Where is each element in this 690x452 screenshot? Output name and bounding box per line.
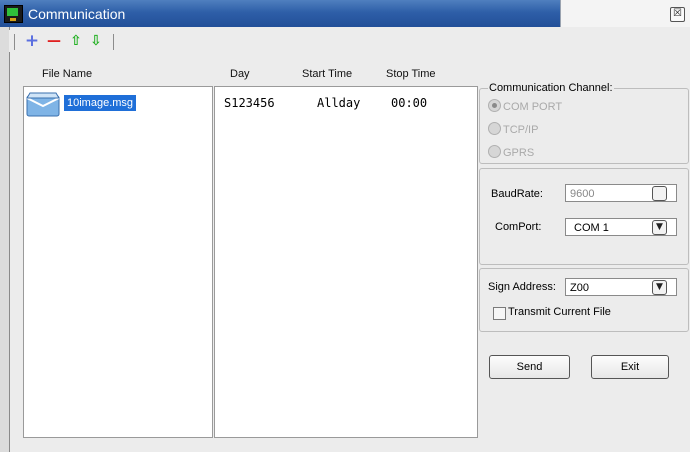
transmit-current-file-checkbox[interactable]	[493, 307, 506, 320]
move-up-button[interactable]: ⇧	[67, 32, 85, 50]
send-button[interactable]: Send	[489, 355, 570, 379]
baudrate-label: BaudRate:	[491, 188, 543, 200]
serial-settings-group: BaudRate: 9600 ComPort: COM 1 ▼	[479, 168, 689, 265]
radio-com-port-label: COM PORT	[503, 101, 563, 113]
exit-button[interactable]: Exit	[591, 355, 669, 379]
communication-channel-legend: Communication Channel:	[488, 82, 614, 94]
radio-selected-icon	[488, 99, 501, 112]
app-icon	[4, 5, 23, 23]
radio-com-port[interactable]: COM PORT	[488, 99, 562, 113]
send-button-label: Send	[516, 361, 543, 373]
arrow-up-icon: ⇧	[70, 33, 82, 49]
plus-icon: +	[24, 31, 40, 51]
column-header-file-name[interactable]: File Name	[42, 68, 92, 80]
column-header-start-time[interactable]: Start Time	[302, 68, 352, 80]
exit-button-label: Exit	[620, 361, 640, 373]
file-list[interactable]: 10image.msg	[23, 86, 213, 438]
cell-stop-time: 00:00	[391, 96, 428, 110]
transmit-current-file-label: Transmit Current File	[508, 306, 611, 318]
radio-icon	[488, 145, 501, 158]
title-bar[interactable]: Communication ☒	[0, 0, 690, 27]
remove-button[interactable]: —	[45, 32, 63, 50]
move-down-button[interactable]: ⇩	[87, 32, 105, 50]
close-button[interactable]: ☒	[670, 7, 685, 22]
radio-gprs[interactable]: GPRS	[488, 145, 534, 159]
radio-tcp-ip-label: TCP/IP	[503, 124, 539, 136]
column-header-stop-time[interactable]: Stop Time	[386, 68, 436, 80]
column-header-day[interactable]: Day	[230, 68, 250, 80]
comport-value: COM 1	[574, 222, 609, 234]
radio-icon	[488, 122, 501, 135]
comport-label: ComPort:	[495, 221, 542, 233]
chevron-down-icon[interactable]: ▼	[652, 280, 667, 295]
cell-day: S123456	[224, 96, 275, 110]
baudrate-value: 9600	[570, 188, 595, 200]
toolbar-separator	[14, 34, 15, 50]
toolbar-separator	[113, 34, 114, 50]
window-title: Communication	[28, 6, 126, 22]
cell-start-time: Allday	[317, 96, 361, 110]
sign-address-label: Sign Address:	[488, 281, 556, 293]
communication-window: Communication ☒ + — ⇧ ⇩ File Name Day St…	[0, 0, 690, 452]
radio-tcp-ip[interactable]: TCP/IP	[488, 122, 538, 136]
minus-icon: —	[47, 33, 61, 49]
schedule-list[interactable]: S123456 Allday 00:00	[214, 86, 478, 438]
toolbar: + — ⇧ ⇩	[9, 30, 690, 52]
communication-channel-group: Communication Channel: COM PORT TCP/IP G…	[479, 82, 689, 164]
arrow-down-icon: ⇩	[90, 33, 102, 49]
message-file-icon	[26, 92, 60, 117]
add-button[interactable]: +	[23, 32, 41, 50]
baudrate-button[interactable]	[652, 186, 667, 201]
radio-gprs-label: GPRS	[503, 147, 535, 159]
file-name-label[interactable]: 10image.msg	[64, 95, 137, 111]
close-icon: ☒	[673, 8, 682, 19]
left-frame-edge	[0, 27, 10, 452]
sign-settings-group: Sign Address: Z00 ▼ Transmit Current Fil…	[479, 268, 689, 332]
sign-address-value: Z00	[570, 282, 589, 294]
chevron-down-icon[interactable]: ▼	[652, 220, 667, 235]
